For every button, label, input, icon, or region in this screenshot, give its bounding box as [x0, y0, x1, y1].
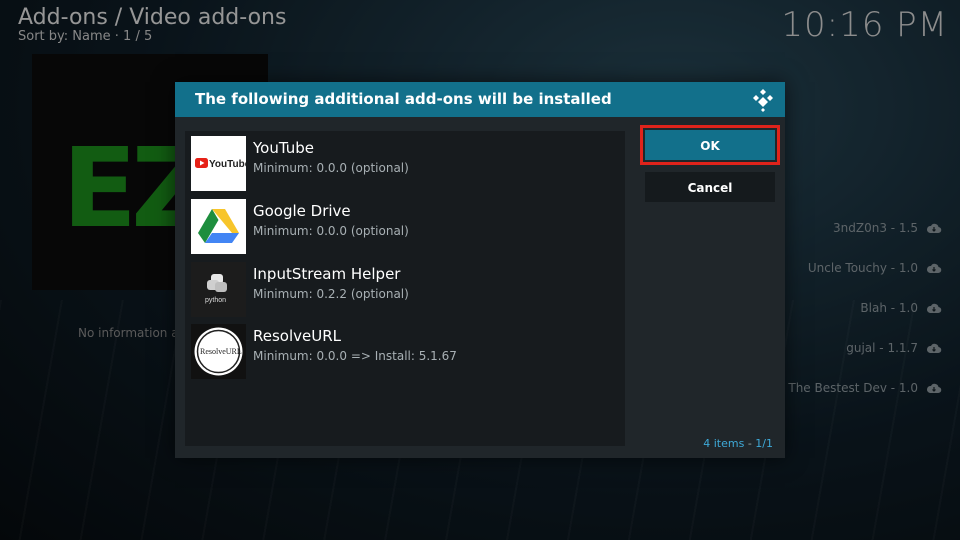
addon-version: Minimum: 0.0.0 (optional) — [253, 224, 409, 238]
item-count-total: 4 items — [703, 437, 745, 450]
dialog-header: The following additional add-ons will be… — [175, 82, 785, 117]
install-dependencies-dialog: The following additional add-ons will be… — [175, 82, 785, 458]
list-item[interactable]: python InputStream Helper Minimum: 0.2.2… — [191, 259, 621, 317]
addon-name: InputStream Helper — [253, 265, 401, 283]
kodi-logo-icon — [753, 89, 773, 112]
youtube-icon: YouTube — [191, 136, 246, 191]
list-item[interactable]: ResolveURL ResolveURL Minimum: 0.0.0 => … — [191, 321, 621, 379]
addon-version: Minimum: 0.0.0 => Install: 5.1.67 — [253, 349, 457, 363]
item-count-separator: - — [744, 437, 756, 450]
item-count: 4 items - 1/1 — [703, 437, 773, 450]
svg-text:ResolveURL: ResolveURL — [200, 347, 242, 356]
dialog-title: The following additional add-ons will be… — [195, 90, 612, 108]
addon-dependency-list: YouTube YouTube Minimum: 0.0.0 (optional… — [185, 131, 625, 446]
addon-name: ResolveURL — [253, 327, 342, 345]
page-indicator: 1/1 — [755, 437, 773, 450]
cancel-button[interactable]: Cancel — [645, 172, 775, 202]
resolveurl-icon: ResolveURL — [191, 324, 246, 379]
addon-name: Google Drive — [253, 202, 351, 220]
list-item[interactable]: Google Drive Minimum: 0.0.0 (optional) — [191, 196, 621, 254]
python-icon: python — [191, 262, 246, 317]
google-drive-icon — [191, 199, 246, 254]
svg-text:python: python — [205, 297, 226, 304]
list-item[interactable]: YouTube YouTube Minimum: 0.0.0 (optional… — [191, 133, 621, 191]
ok-button[interactable]: OK — [640, 125, 780, 165]
addon-version: Minimum: 0.0.0 (optional) — [253, 161, 409, 175]
addon-name: YouTube — [253, 139, 314, 157]
svg-text:YouTube: YouTube — [209, 159, 246, 170]
addon-version: Minimum: 0.2.2 (optional) — [253, 287, 409, 301]
